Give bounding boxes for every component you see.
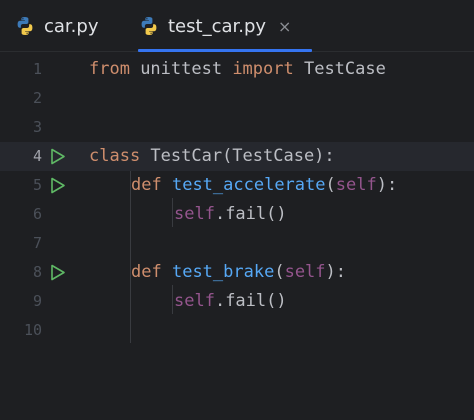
code-editor[interactable]: 1 from unittest import TestCase 2 3 4 cl…: [0, 53, 474, 420]
code-line: 3: [0, 113, 474, 142]
code-text: self.fail(): [174, 200, 287, 229]
code-line-current: 4 class TestCar(TestCase):: [0, 142, 474, 171]
line-number: 3: [32, 118, 42, 136]
code-token: unittest: [129, 59, 233, 79]
code-line: 7: [0, 229, 474, 258]
tab-label: test_car.py: [168, 15, 267, 37]
code-text: from unittest import TestCase: [89, 55, 386, 84]
code-line: 9 self.fail(): [0, 287, 474, 316]
code-text: def test_brake(self):: [131, 258, 346, 287]
function-name: test_brake: [171, 262, 275, 282]
line-number: 7: [32, 234, 42, 252]
code-line: 1 from unittest import TestCase: [0, 55, 474, 84]
line-number: 8: [32, 263, 42, 281]
tab-bar: car.py test_car.py ×: [0, 0, 474, 52]
keyword: def: [131, 175, 162, 195]
editor-window: car.py test_car.py × 1 from unittest imp…: [0, 0, 474, 420]
line-number: 2: [32, 89, 42, 107]
keyword: class: [89, 146, 141, 166]
code-token: ):: [325, 262, 347, 282]
line-number: 4: [32, 147, 42, 165]
code-token: (: [325, 175, 336, 195]
self-keyword: self: [174, 204, 215, 224]
line-number: 5: [32, 176, 42, 194]
function-name: test_accelerate: [171, 175, 326, 195]
line-number: 1: [32, 60, 42, 78]
code-token: ):: [376, 175, 398, 195]
code-line: 10: [0, 316, 474, 345]
code-token: .fail(): [214, 204, 287, 224]
code-text: def test_accelerate(self):: [131, 171, 397, 200]
code-token: TestCase: [293, 59, 386, 79]
keyword: import: [232, 59, 294, 79]
code-line: 6 self.fail(): [0, 200, 474, 229]
self-keyword: self: [174, 291, 215, 311]
python-file-icon: [17, 17, 33, 35]
line-number: 10: [23, 321, 42, 339]
code-text: class TestCar(TestCase):: [89, 142, 335, 171]
self-param: self: [284, 262, 326, 282]
keyword: from: [89, 59, 130, 79]
code-line: 5 def test_accelerate(self):: [0, 171, 474, 200]
code-token: .fail(): [214, 291, 287, 311]
code-token: TestCar(TestCase):: [140, 146, 335, 166]
tab-car-py[interactable]: car.py: [14, 0, 124, 52]
tab-test-car-py[interactable]: test_car.py ×: [138, 0, 312, 52]
line-number: 9: [32, 292, 42, 310]
code-line: 8 def test_brake(self):: [0, 258, 474, 287]
run-test-icon[interactable]: [49, 177, 66, 194]
python-file-icon: [141, 17, 157, 35]
close-tab-icon[interactable]: ×: [278, 17, 291, 36]
run-test-icon[interactable]: [49, 264, 66, 281]
keyword: def: [131, 262, 162, 282]
run-test-icon[interactable]: [49, 148, 66, 165]
code-token: (: [274, 262, 285, 282]
tab-label: car.py: [44, 15, 99, 37]
code-text: self.fail(): [174, 287, 287, 316]
code-line: 2: [0, 84, 474, 113]
self-param: self: [335, 175, 377, 195]
line-number: 6: [32, 205, 42, 223]
